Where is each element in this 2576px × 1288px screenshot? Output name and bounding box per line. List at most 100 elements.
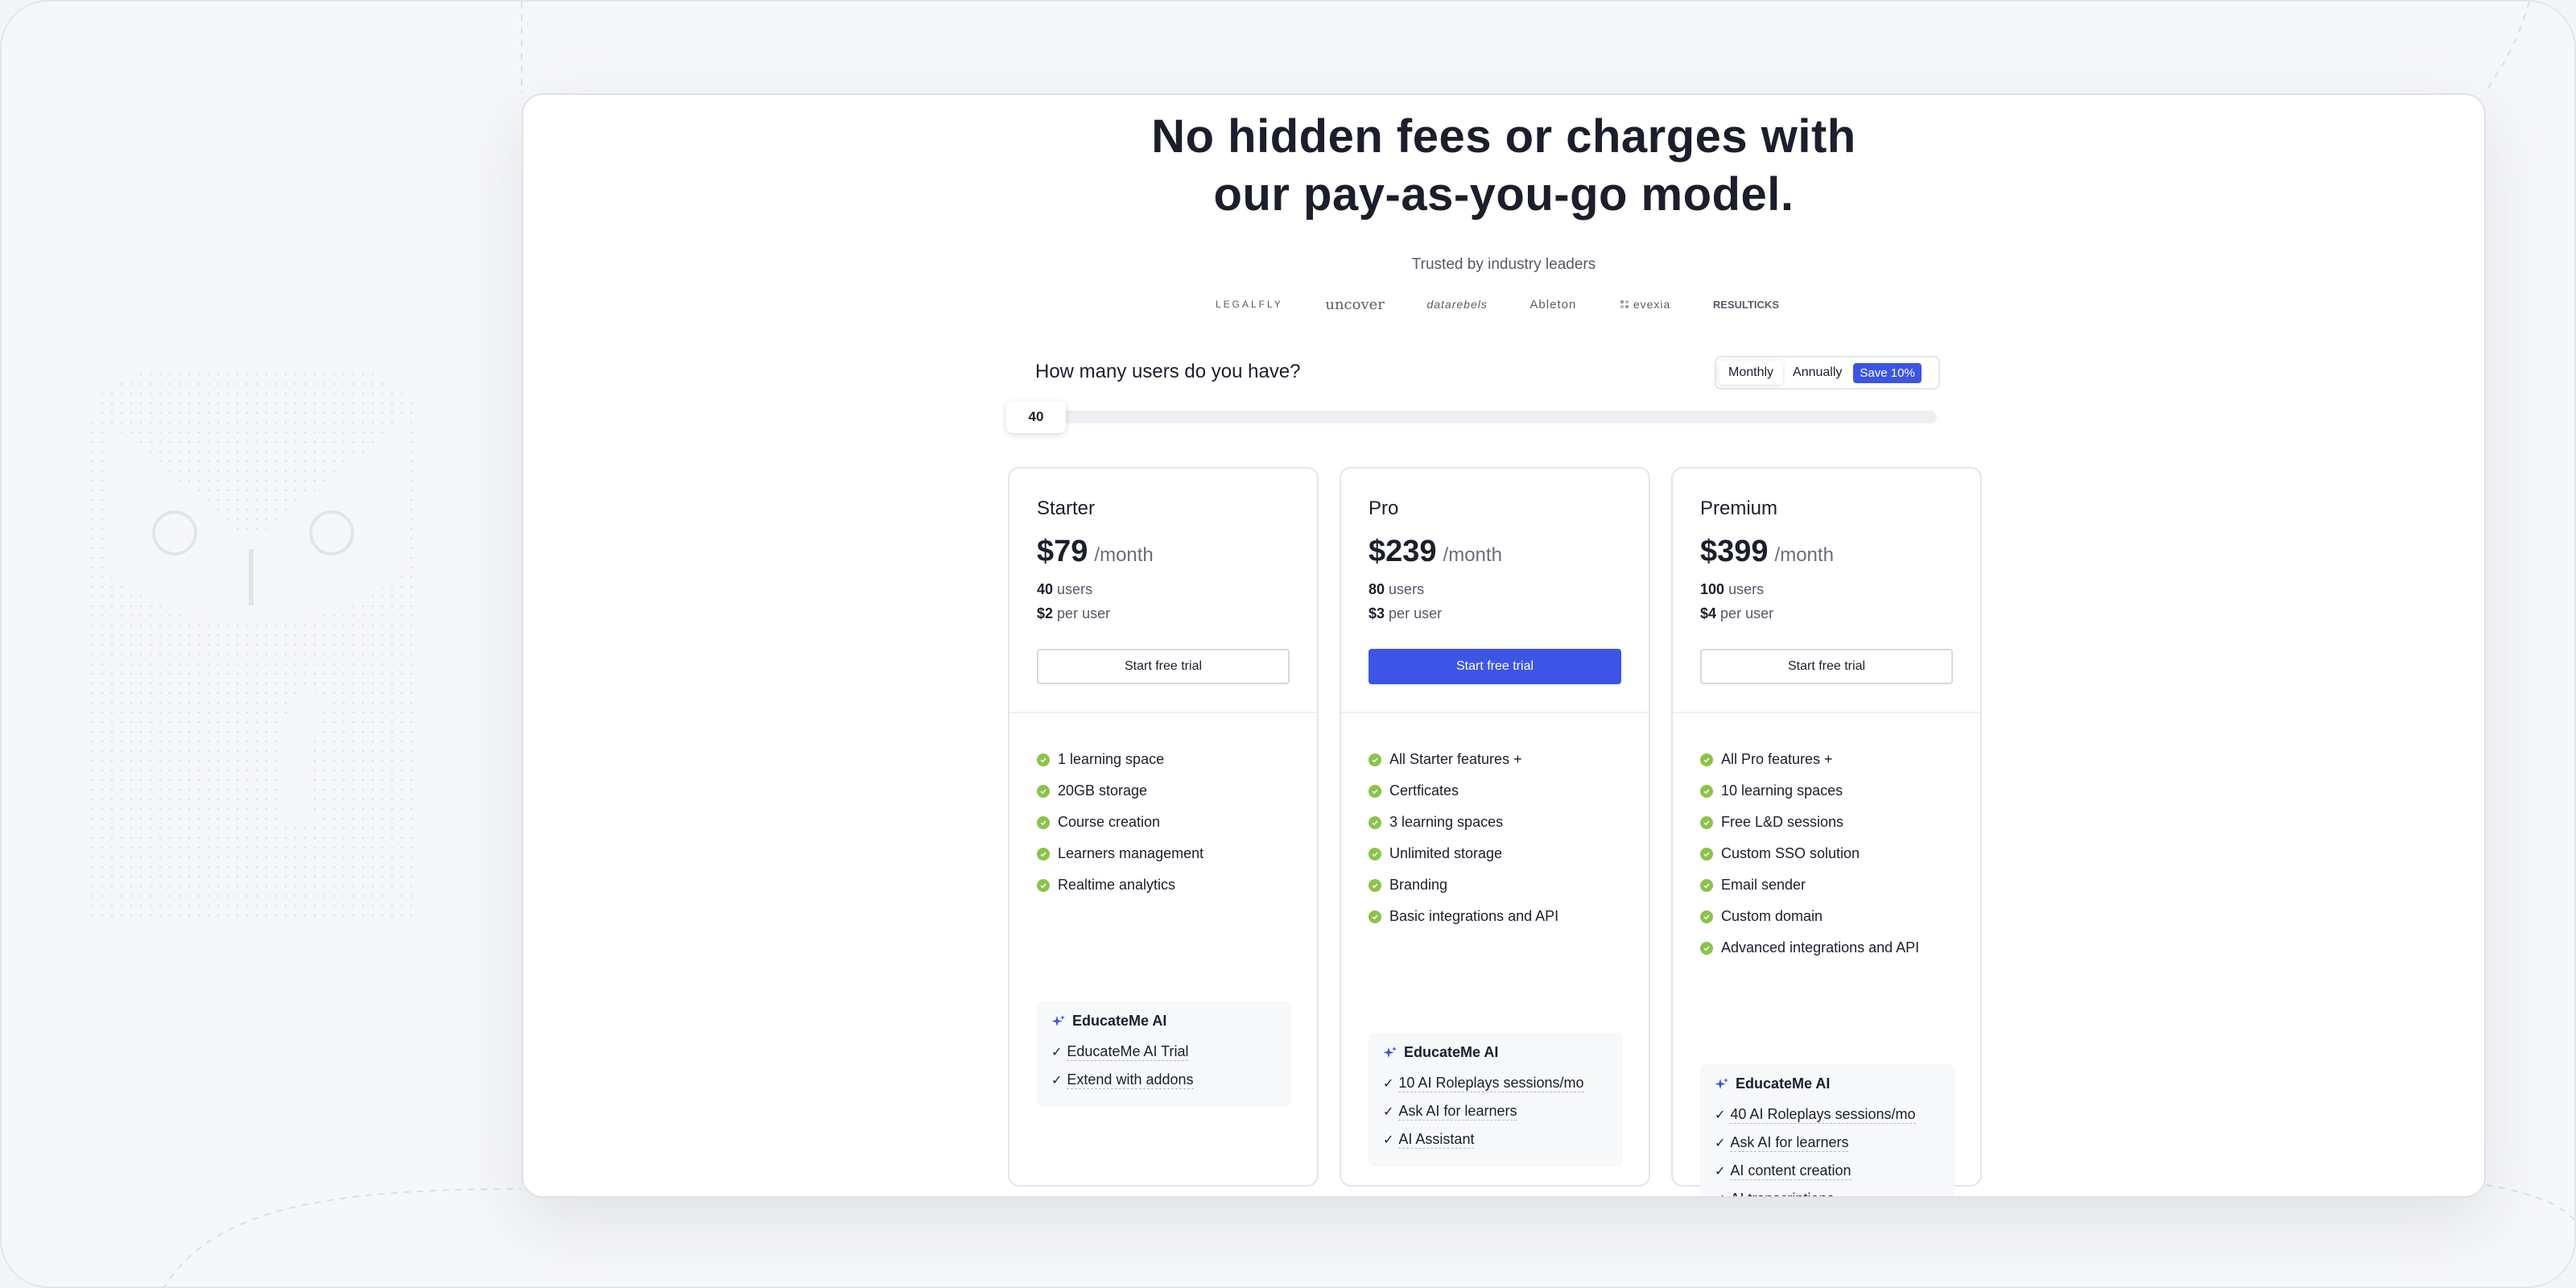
ai-item-label: EducateMe AI Trial [1067,1043,1189,1061]
per-user-label: per user [1389,605,1443,621]
feature-item: Email sender [1700,869,1919,901]
check-icon [1368,753,1381,766]
feature-item: Free L&D sessions [1700,807,1919,838]
ai-item-label: AI Assistant [1398,1131,1475,1149]
start-free-trial-button[interactable]: Start free trial [1037,649,1290,684]
feature-item: All Starter features + [1368,744,1558,775]
feature-label: Course creation [1058,814,1161,830]
checkmark-icon: ✓ [1051,1045,1063,1059]
plan-price: $399 /month [1700,535,1834,569]
check-icon [1368,784,1381,798]
checkmark-icon: ✓ [1715,1108,1726,1122]
check-icon [1037,878,1050,892]
ai-features-box: EducateMe AI ✓ EducateMe AI Trial ✓ Extend… [1037,1001,1291,1107]
feature-list: All Pro features + 10 learning spaces Fr… [1700,744,1919,964]
start-free-trial-button[interactable]: Start free trial [1368,649,1621,684]
billing-annually-option[interactable]: Annually [1783,361,1852,385]
ai-item[interactable]: ✓ AI content creation [1715,1157,1940,1185]
logo-legalfly: LEGALFLY [1216,299,1283,310]
feature-item: Custom domain [1700,901,1919,932]
users-label: users [1057,581,1093,597]
headline-line-2: our pay-as-you-go model. [1213,168,1794,221]
ai-item-label: 40 AI Roleplays sessions/mo [1730,1106,1916,1124]
price-value: $239 [1368,535,1437,568]
check-icon [1037,784,1050,798]
feature-label: Basic integrations and API [1389,908,1559,924]
ai-features-box: EducateMe AI ✓ 40 AI Roleplays sessions/m… [1700,1064,1955,1197]
ai-box-title: EducateMe AI [1051,1013,1277,1030]
feature-label: Free L&D sessions [1721,814,1844,830]
ai-item-label: Ask AI for learners [1730,1134,1849,1152]
save-badge: Save 10% [1853,362,1922,383]
ai-item-label: Ask AI for learners [1398,1103,1517,1121]
feature-item: Custom SSO solution [1700,838,1919,869]
feature-label: 1 learning space [1058,751,1165,767]
plan-card-pro: Pro $239 /month 80 users $3 per user Sta… [1340,467,1650,1187]
ai-item[interactable]: ✓ AI transcriptions [1715,1185,1940,1197]
price-value: $399 [1700,535,1769,568]
check-icon [1700,941,1713,955]
check-icon [1700,878,1713,892]
users-slider-track[interactable] [1011,411,1937,423]
plan-card-starter: Starter $79 /month 40 users $2 per user … [1008,467,1319,1187]
check-icon [1368,847,1381,861]
app-frame: No hidden fees or charges with our pay-a… [0,0,2576,1288]
check-icon [1368,910,1381,923]
feature-label: Branding [1389,877,1448,893]
check-icon [1037,815,1050,829]
pricing-page: No hidden fees or charges with our pay-a… [522,93,2486,1198]
feature-label: 10 learning spaces [1721,782,1843,799]
price-period: /month [1443,544,1502,566]
check-icon [1368,815,1381,829]
feature-item: Course creation [1037,807,1203,838]
feature-item: Advanced integrations and API [1700,932,1919,964]
ai-item[interactable]: ✓ Ask AI for learners [1383,1097,1608,1125]
check-icon [1700,910,1713,923]
checkmark-icon: ✓ [1715,1136,1726,1150]
feature-item: Basic integrations and API [1368,901,1558,932]
feature-label: All Pro features + [1721,751,1833,767]
ai-item[interactable]: ✓ 40 AI Roleplays sessions/mo [1715,1100,1940,1129]
plan-users: 40 users [1037,581,1092,598]
plan-users: 80 users [1368,581,1424,598]
feature-item: 1 learning space [1037,744,1203,775]
users-count: 80 [1368,581,1385,597]
plan-name: Starter [1037,497,1096,519]
feature-item: 10 learning spaces [1700,775,1919,807]
check-icon [1700,784,1713,798]
feature-label: 3 learning spaces [1389,814,1504,830]
per-user-label: per user [1057,605,1111,621]
page-headline: No hidden fees or charges with our pay-a… [523,108,2484,224]
checkmark-icon: ✓ [1715,1191,1725,1197]
users-slider-thumb[interactable]: 40 [1006,401,1066,433]
ai-item-label: AI transcriptions [1730,1190,1834,1196]
users-count: 40 [1037,581,1054,597]
ai-item-label: Extend with addons [1067,1071,1194,1089]
ai-item[interactable]: ✓ Extend with addons [1051,1066,1277,1094]
sparkle-icon [1383,1046,1397,1058]
feature-list: All Starter features + Certficates 3 lea… [1368,744,1558,932]
users-label: users [1389,581,1425,597]
price-period: /month [1094,544,1154,566]
billing-monthly-option[interactable]: Monthly [1719,361,1784,385]
feature-label: All Starter features + [1389,751,1522,767]
feature-item: Certficates [1368,775,1558,807]
feature-label: Unlimited storage [1389,845,1503,861]
ai-item[interactable]: ✓ EducateMe AI Trial [1051,1038,1277,1066]
feature-item: All Pro features + [1700,744,1919,775]
feature-label: Advanced integrations and API [1721,939,1920,956]
checkmark-icon: ✓ [1383,1104,1394,1119]
start-free-trial-button[interactable]: Start free trial [1700,649,1953,684]
ai-item[interactable]: ✓ AI Assistant [1383,1125,1608,1154]
owl-watermark-icon [90,372,420,919]
checkmark-icon: ✓ [1715,1164,1726,1179]
feature-label: 20GB storage [1058,782,1148,799]
plan-per-user: $3 per user [1368,605,1442,622]
feature-label: Custom SSO solution [1721,845,1860,861]
feature-item: Unlimited storage [1368,838,1558,869]
evexia-mark-icon [1620,300,1629,308]
check-icon [1368,878,1381,892]
ai-item[interactable]: ✓ 10 AI Roleplays sessions/mo [1383,1069,1608,1097]
check-icon [1700,753,1713,766]
ai-item[interactable]: ✓ Ask AI for learners [1715,1129,1940,1157]
